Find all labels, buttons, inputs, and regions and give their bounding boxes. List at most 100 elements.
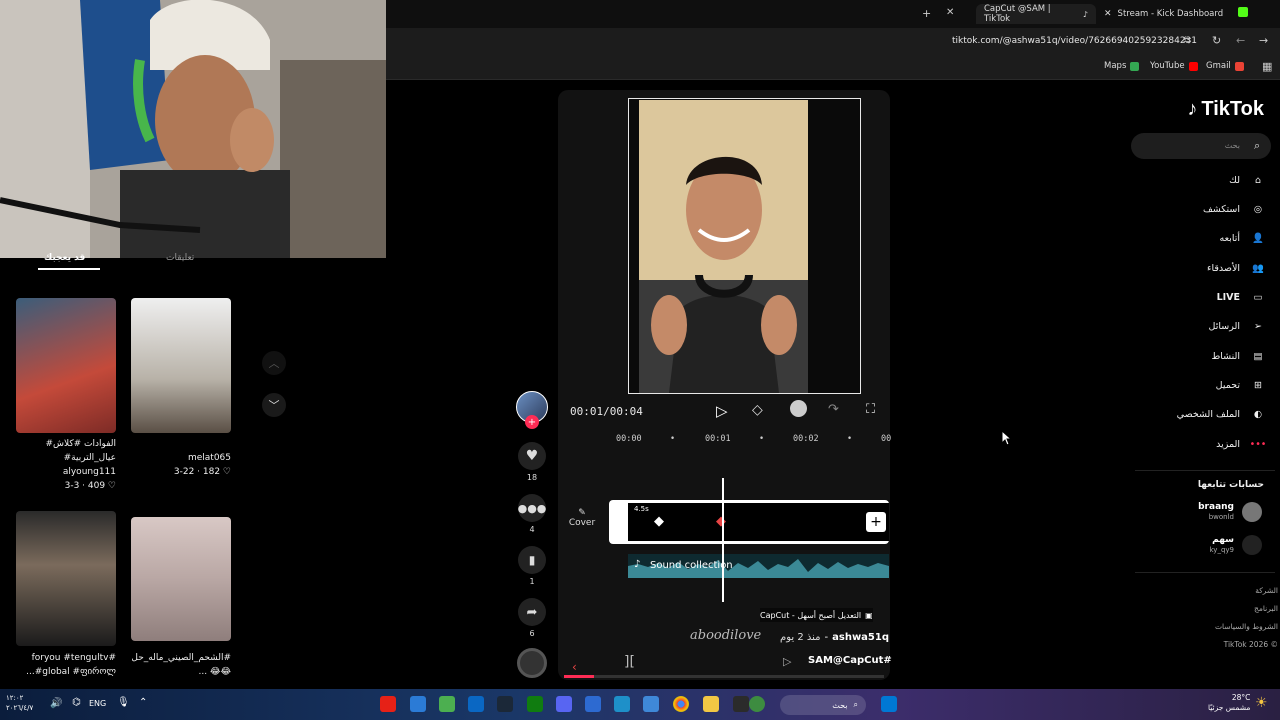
footer-link[interactable]: الشركة (1215, 582, 1278, 600)
store-icon[interactable] (585, 696, 601, 712)
previous-video-button[interactable]: ︿ (262, 351, 286, 375)
video-preview[interactable] (639, 100, 808, 393)
search-icon[interactable]: ⌕ (1254, 139, 1260, 153)
add-clip-button[interactable]: + (866, 512, 886, 532)
sidebar-item-more[interactable]: المزيد ••• (1216, 434, 1266, 454)
language-indicator[interactable]: ENG (89, 699, 106, 708)
keyframe-marker-icon[interactable]: ◆ (654, 514, 664, 529)
feed-tab-comments[interactable]: تعليقات (166, 253, 194, 263)
bookmark-maps[interactable]: Maps (1104, 61, 1140, 71)
steam-icon[interactable] (497, 696, 513, 712)
sidebar-item-profile[interactable]: الملف الشخصي ◐ (1177, 404, 1266, 424)
discord-icon[interactable] (556, 696, 572, 712)
file-explorer-icon[interactable] (703, 696, 719, 712)
reload-icon[interactable]: ↻ (1212, 34, 1221, 47)
feed-tab-you-may-like[interactable]: قد يعجبك (44, 253, 85, 263)
music-disc-icon[interactable] (517, 648, 547, 678)
plus-icon: + (527, 416, 537, 428)
record-icon[interactable] (790, 400, 807, 417)
video-thumbnail[interactable] (16, 298, 116, 433)
clock[interactable]: ۱۲:۰۲ ٢٠٢٦/٤/٧ (6, 693, 33, 713)
share-count: 6 (529, 629, 535, 638)
fullscreen-icon[interactable]: ⛶ (866, 402, 875, 417)
bookmark-gmail[interactable]: Gmail (1206, 61, 1244, 71)
next-video-button[interactable]: ﹀ (262, 393, 286, 417)
sidebar-item-following[interactable]: أتابعه 👤 (1220, 228, 1267, 248)
microphone-icon[interactable]: 🎙 (117, 697, 130, 708)
video-author[interactable]: alyoung111 (16, 465, 116, 479)
edge-icon[interactable] (614, 696, 630, 712)
sidebar-item-friends[interactable]: الأصدقاء 👥 (1207, 258, 1266, 278)
forward-icon[interactable]: ← (1236, 34, 1245, 47)
comment-button[interactable]: ●●● 4 (518, 494, 546, 534)
speaker-icon[interactable]: 🔊 (50, 698, 62, 709)
window-icon[interactable] (468, 696, 484, 712)
mouse-cursor-icon (1001, 430, 1013, 446)
bookmark-count: 1 (529, 577, 535, 586)
back-arrow-icon[interactable]: ‹ (572, 660, 577, 674)
capcut-app-icon[interactable] (733, 696, 749, 712)
xbox-icon[interactable] (527, 696, 543, 712)
tab-kick[interactable]: ✕ Stream - Kick Dashboard (1104, 4, 1244, 24)
cover-button[interactable]: ✎ Cover (568, 508, 596, 528)
post-author[interactable]: ashwa51q (832, 632, 889, 643)
capcut-tag[interactable]: CapCut - التعديل أصبح أسهل ▣ (760, 608, 873, 622)
shield-icon[interactable] (410, 696, 426, 712)
sidebar-item-activity[interactable]: النشاط ▤ (1211, 346, 1266, 366)
youtube-icon (1188, 61, 1198, 71)
sidebar-item-explore[interactable]: استكشف ◎ (1203, 199, 1266, 219)
share-button[interactable]: ➦ 6 (518, 598, 546, 638)
sidebar-item-label: الرسائل (1208, 320, 1240, 332)
post-author-row: منذ 2 يوم - ashwa51q (780, 632, 889, 643)
taskbar-search[interactable]: بحث ⌕ (780, 695, 866, 715)
tune-icon[interactable]: ⇆ (1183, 35, 1191, 46)
video-thumbnail[interactable] (131, 517, 231, 641)
footer-link[interactable]: الشروط والسياسات (1215, 618, 1278, 636)
bookmark-button[interactable]: ▮ 1 (518, 546, 546, 586)
keyframe-marker-active-icon[interactable]: ◆ (716, 514, 726, 529)
progress-track[interactable] (564, 675, 884, 678)
following-account[interactable]: braang bwonld (1198, 502, 1262, 522)
play-icon[interactable]: ▷ (716, 402, 728, 420)
footer-link[interactable]: البرنامج (1215, 600, 1278, 618)
following-account[interactable]: سهم ky_qy9 (1210, 535, 1262, 555)
tab-underline (38, 268, 100, 270)
tab-capcut[interactable]: CapCut @SAM | TikTok ♪ (976, 4, 1096, 24)
keyframe-icon[interactable]: ◇ (752, 402, 763, 418)
bookmark-youtube[interactable]: YouTube (1150, 61, 1198, 71)
sidebar-item-live[interactable]: LIVE ▭ (1217, 287, 1266, 307)
video-thumbnail[interactable] (16, 511, 116, 646)
playhead[interactable] (722, 478, 724, 602)
url-field[interactable]: tiktok.com/@ashwa51q/video/7626694025923… (952, 36, 1197, 46)
tiktok-logo[interactable]: ♪ TikTok (1187, 98, 1264, 121)
windows-start-icon[interactable] (881, 696, 897, 712)
all-bookmarks-icon[interactable]: ▦ (1262, 60, 1272, 73)
network-icon[interactable]: ⌬ (72, 697, 81, 708)
app-icon[interactable] (643, 696, 659, 712)
bookmarks-bar (386, 56, 1280, 80)
like-button[interactable]: ♥ 18 (518, 442, 546, 482)
capcut-tag-label: CapCut - التعديل أصبح أسهل (760, 610, 862, 620)
redo-icon[interactable]: ↷ (828, 402, 839, 417)
action-circle: ●●● (518, 494, 546, 522)
youtube-app-icon[interactable] (380, 696, 396, 712)
video-author[interactable]: melat065 (131, 451, 231, 465)
tray-chevron-icon[interactable]: ⌃ (139, 697, 147, 708)
split-icon[interactable]: ][ (624, 654, 635, 670)
weather-widget[interactable]: 28°C مشمس جزئيًا (1208, 693, 1250, 713)
follow-button[interactable]: + (525, 415, 539, 429)
video-thumbnail[interactable] (131, 298, 231, 433)
app-icon[interactable] (749, 696, 765, 712)
sidebar-item-messages[interactable]: الرسائل ➢ (1209, 316, 1266, 336)
video-track-clip[interactable] (628, 503, 889, 541)
sidebar-item-upload[interactable]: تحميل ⊞ (1216, 375, 1266, 395)
new-tab-icon[interactable]: + (922, 7, 931, 20)
post-hashtag[interactable]: SAM@CapCut# (808, 655, 892, 666)
app-icon[interactable] (439, 696, 455, 712)
close-icon[interactable]: ✕ (946, 7, 954, 18)
close-icon[interactable]: ✕ (1104, 9, 1112, 19)
back-icon[interactable]: → (1259, 34, 1268, 47)
sidebar-item-foryou[interactable]: لك ⌂ (1229, 170, 1266, 190)
search-input[interactable] (1131, 133, 1271, 159)
chrome-icon[interactable] (673, 696, 689, 712)
